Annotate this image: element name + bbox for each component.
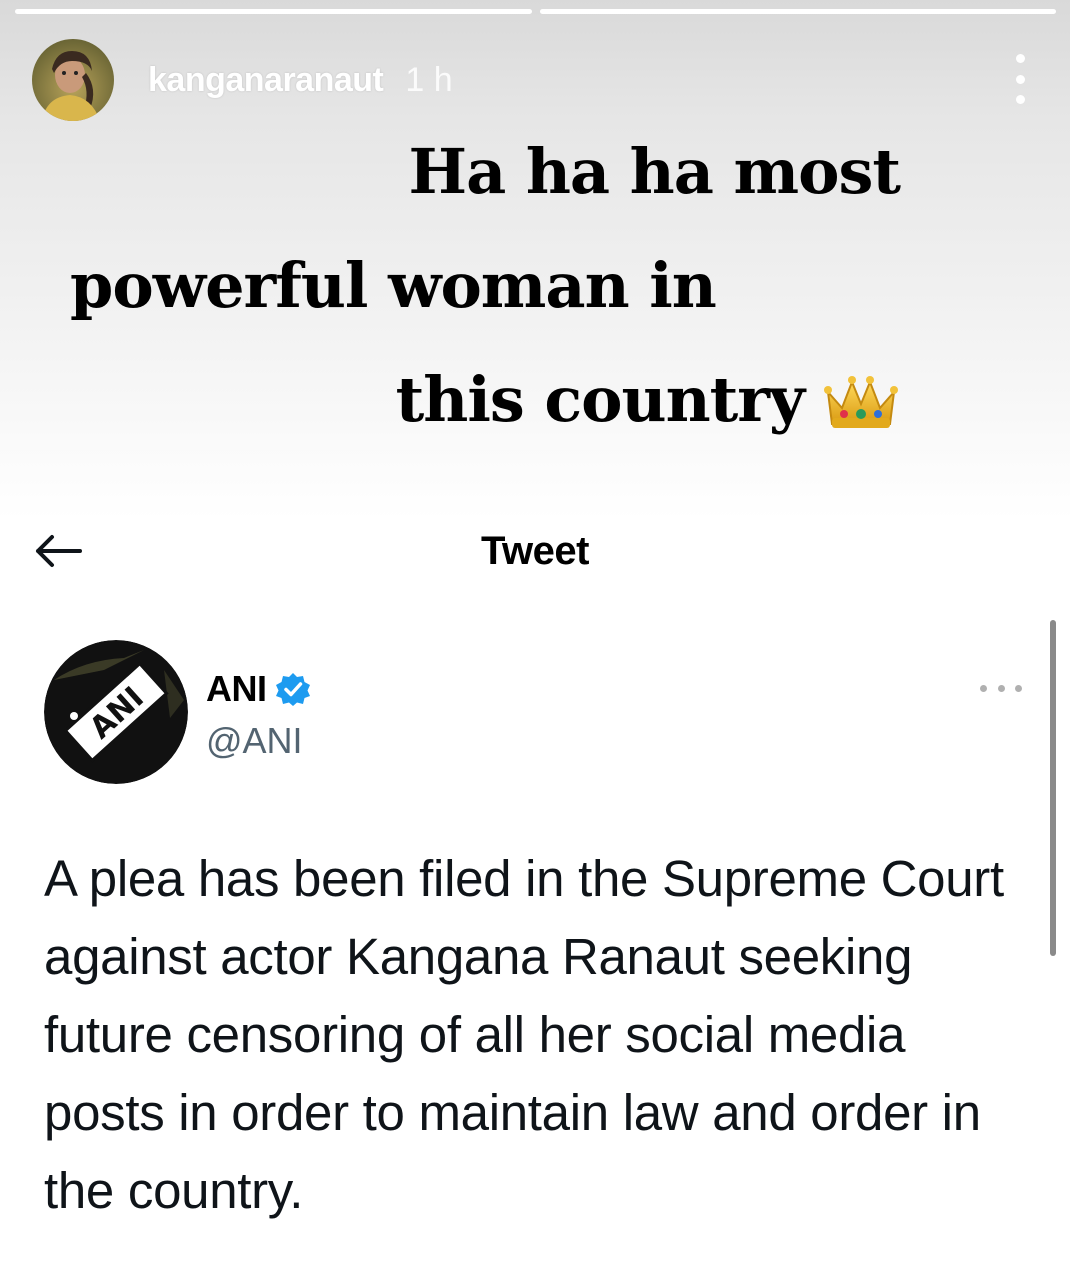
tweet-page-title: Tweet — [481, 529, 589, 573]
tweet-topbar: Tweet — [0, 515, 1070, 585]
author-avatar[interactable]: ANI — [44, 640, 188, 784]
story-username[interactable]: kanganaranaut — [148, 61, 384, 100]
tweet-more-icon[interactable] — [980, 682, 1022, 694]
story-progress-fill-2 — [539, 9, 1056, 14]
tweet-text: A plea has been filed in the Supreme Cou… — [44, 850, 1004, 1219]
author-name-line: ANI — [206, 668, 311, 710]
story-header: kanganaranaut 1 h — [32, 38, 1030, 122]
story-avatar[interactable] — [32, 39, 114, 121]
crown-icon — [824, 376, 898, 428]
story-caption: Ha ha ha most powerful woman in this cou… — [40, 115, 940, 457]
story-progress-fill-1 — [15, 9, 532, 14]
story-progress-bar-1 — [15, 9, 532, 14]
caption-line-3-text: this country — [395, 363, 805, 436]
story-progress-bar-2 — [539, 9, 1056, 14]
caption-line-1: Ha ha ha most — [408, 135, 901, 208]
verified-badge-icon — [275, 673, 310, 706]
caption-line-3: this country — [40, 343, 940, 457]
author-handle[interactable]: @ANI — [206, 720, 303, 762]
ani-logo-icon: ANI — [44, 640, 188, 784]
scrollbar[interactable] — [1050, 620, 1056, 956]
story-progress-bars — [15, 9, 1056, 14]
author-name[interactable]: ANI — [206, 668, 267, 710]
tweet-author-row: ANI ANI @ANI — [44, 640, 1034, 785]
caption-line-2: powerful woman in — [70, 249, 717, 322]
profile-photo-icon — [32, 39, 114, 121]
more-options-icon[interactable] — [1010, 54, 1030, 104]
story-time: 1 h — [405, 60, 453, 99]
